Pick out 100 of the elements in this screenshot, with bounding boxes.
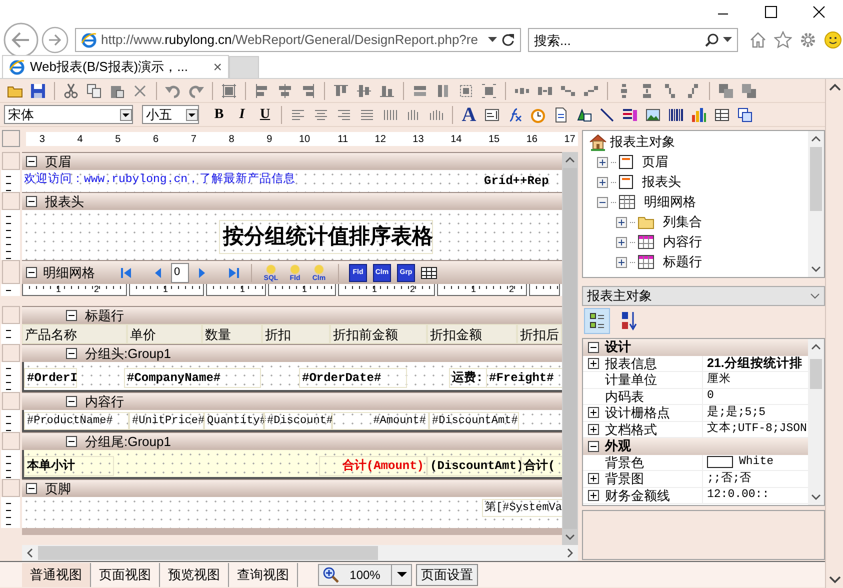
- tree-item[interactable]: 明细网格: [644, 192, 696, 212]
- bar-chart-icon[interactable]: [691, 106, 707, 122]
- refresh-icon[interactable]: [501, 33, 515, 47]
- formula-icon[interactable]: [507, 106, 523, 122]
- property-value[interactable]: 12:0.00::: [707, 487, 770, 504]
- copy-icon[interactable]: [86, 82, 102, 98]
- format-button[interactable]: U: [254, 104, 276, 126]
- collapse-icon[interactable]: [66, 310, 77, 321]
- gear-icon[interactable]: [799, 31, 817, 49]
- expand-icon[interactable]: [588, 490, 598, 501]
- browser-tab[interactable]: Web报表(B/S报表)演示，... ×: [2, 55, 229, 78]
- property-value[interactable]: White: [739, 454, 774, 470]
- frame-icon[interactable]: [221, 82, 237, 98]
- expand-icon[interactable]: [588, 358, 598, 369]
- expand-icon[interactable]: [616, 256, 627, 268]
- send-back-icon[interactable]: [741, 82, 757, 98]
- view-button[interactable]: [584, 308, 610, 334]
- property-value[interactable]: 0: [707, 388, 714, 404]
- spacing-icon[interactable]: [685, 82, 701, 98]
- collapse-icon[interactable]: [26, 156, 37, 167]
- object-dropdown[interactable]: 报表主对象: [582, 286, 825, 306]
- smiley-icon[interactable]: [824, 31, 842, 49]
- font-dropdown[interactable]: 宋体: [4, 105, 133, 124]
- floppy-icon[interactable]: [30, 82, 46, 98]
- shapes-icon[interactable]: [576, 106, 592, 122]
- spacing-icon[interactable]: [662, 82, 678, 98]
- property-value[interactable]: 是;是;5;5: [707, 404, 766, 421]
- collapse-icon[interactable]: [26, 196, 37, 207]
- view-tab[interactable]: 预览视图: [160, 562, 229, 586]
- align-right-icon[interactable]: [300, 82, 316, 98]
- collapse-icon[interactable]: [588, 342, 598, 353]
- scrollbar[interactable]: [825, 79, 843, 588]
- table-icon[interactable]: [421, 266, 437, 278]
- font-size-dropdown[interactable]: 小五: [142, 105, 199, 124]
- forward-button[interactable]: [41, 26, 69, 54]
- home-icon[interactable]: [749, 31, 767, 49]
- star-icon[interactable]: [774, 31, 792, 49]
- view-tab[interactable]: 查询视图: [229, 562, 298, 586]
- same-height-icon[interactable]: [435, 82, 451, 98]
- search-field[interactable]: 搜索...: [528, 28, 738, 52]
- scrollbar-thumb[interactable]: [563, 168, 577, 529]
- scissors-icon[interactable]: [63, 82, 79, 98]
- caret-icon[interactable]: [120, 109, 132, 122]
- format-button[interactable]: B: [208, 104, 230, 126]
- clock-icon[interactable]: [530, 106, 546, 122]
- category-header[interactable]: 外观: [583, 438, 808, 454]
- scrollbar[interactable]: [808, 339, 824, 505]
- align-top-icon[interactable]: [333, 82, 349, 98]
- colored-lines-icon[interactable]: [622, 106, 638, 122]
- bring-front-icon[interactable]: [718, 82, 734, 98]
- back-button[interactable]: [3, 22, 39, 58]
- first-page-icon[interactable]: [119, 266, 133, 280]
- same-size-icon[interactable]: [458, 82, 474, 98]
- collapse-icon[interactable]: [66, 348, 77, 359]
- address-field[interactable]: http://www.rubylong.cn/WebReport/General/DesignReport.php?re: [75, 28, 521, 52]
- category-header[interactable]: 设计: [583, 339, 808, 356]
- barcode-icon[interactable]: [668, 106, 684, 122]
- center-icon[interactable]: [481, 82, 497, 98]
- expand-icon[interactable]: [588, 473, 598, 484]
- x-icon[interactable]: [132, 82, 148, 98]
- zoom-dropdown[interactable]: 100%: [318, 564, 412, 586]
- caret-icon[interactable]: [723, 37, 732, 43]
- search-icon[interactable]: [705, 33, 719, 47]
- scrollbar-thumb[interactable]: [810, 359, 822, 389]
- view-tab[interactable]: 普通视图: [22, 562, 91, 586]
- collapse-icon[interactable]: [597, 196, 608, 208]
- view-tab[interactable]: 页面视图: [91, 562, 160, 586]
- property-value[interactable]: ;;否;否: [707, 470, 752, 487]
- table-icon[interactable]: [714, 106, 730, 122]
- tree-item[interactable]: 标题行: [663, 252, 702, 272]
- align-middle-icon[interactable]: [356, 82, 372, 98]
- expand-icon[interactable]: [588, 424, 598, 435]
- picture-icon[interactable]: [645, 106, 661, 122]
- textbox-icon[interactable]: [484, 106, 500, 122]
- format-button[interactable]: I: [231, 104, 253, 126]
- scrollbar-thumb[interactable]: [38, 546, 378, 560]
- caret-icon[interactable]: [488, 37, 497, 43]
- maximize-icon[interactable]: [765, 6, 777, 18]
- collapse-icon[interactable]: [588, 440, 598, 452]
- expand-icon[interactable]: [616, 216, 627, 228]
- tree-item[interactable]: 列集合: [663, 212, 702, 232]
- scrollbar-thumb[interactable]: [810, 147, 822, 211]
- scrollbar[interactable]: [22, 545, 578, 561]
- text-tool-button[interactable]: A: [458, 104, 480, 126]
- property-value[interactable]: 厘米: [707, 372, 731, 388]
- last-page-icon[interactable]: [227, 266, 241, 280]
- collapse-icon[interactable]: [26, 483, 37, 494]
- tree-item[interactable]: 页眉: [642, 152, 668, 172]
- scrollbar[interactable]: [562, 152, 578, 545]
- align-center-icon[interactable]: [277, 82, 293, 98]
- close-icon[interactable]: [813, 6, 825, 18]
- page-input[interactable]: 0: [171, 262, 189, 282]
- collapse-icon[interactable]: [66, 436, 77, 447]
- tree-item[interactable]: 内容行: [663, 232, 702, 252]
- property-value[interactable]: 文本;UTF-8;JSON: [707, 421, 807, 438]
- document-icon[interactable]: [553, 106, 569, 122]
- line-icon[interactable]: [599, 106, 615, 122]
- close-tab-button[interactable]: ×: [213, 60, 222, 74]
- tree-item[interactable]: 报表主对象: [610, 132, 675, 152]
- collapse-icon[interactable]: [26, 267, 37, 278]
